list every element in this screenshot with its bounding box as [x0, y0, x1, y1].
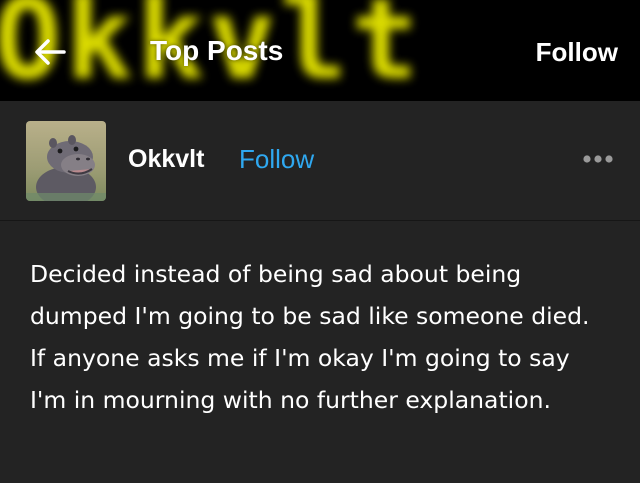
back-button[interactable]	[30, 32, 70, 72]
app-screen: Okkvlt Top Posts Follow Okkvlt Follow De…	[0, 0, 640, 483]
more-options-button[interactable]	[582, 151, 614, 167]
header-follow-button[interactable]: Follow	[536, 37, 618, 68]
post-author-name[interactable]: Okkvlt	[128, 145, 204, 174]
hippo-avatar-icon	[26, 121, 106, 201]
post-content: Decided instead of being sad about being…	[0, 221, 640, 483]
author-follow-button[interactable]: Follow	[239, 144, 314, 175]
blog-header-banner: Okkvlt Top Posts Follow	[0, 0, 640, 101]
page-title: Top Posts	[150, 35, 284, 66]
more-dots-icon	[583, 155, 613, 163]
post-author-row: Okkvlt Follow	[0, 101, 640, 221]
header-toolbar: Top Posts Follow	[0, 0, 640, 101]
post-text: Decided instead of being sad about being…	[30, 260, 590, 414]
arrow-left-icon	[35, 39, 66, 65]
avatar[interactable]	[26, 121, 106, 201]
